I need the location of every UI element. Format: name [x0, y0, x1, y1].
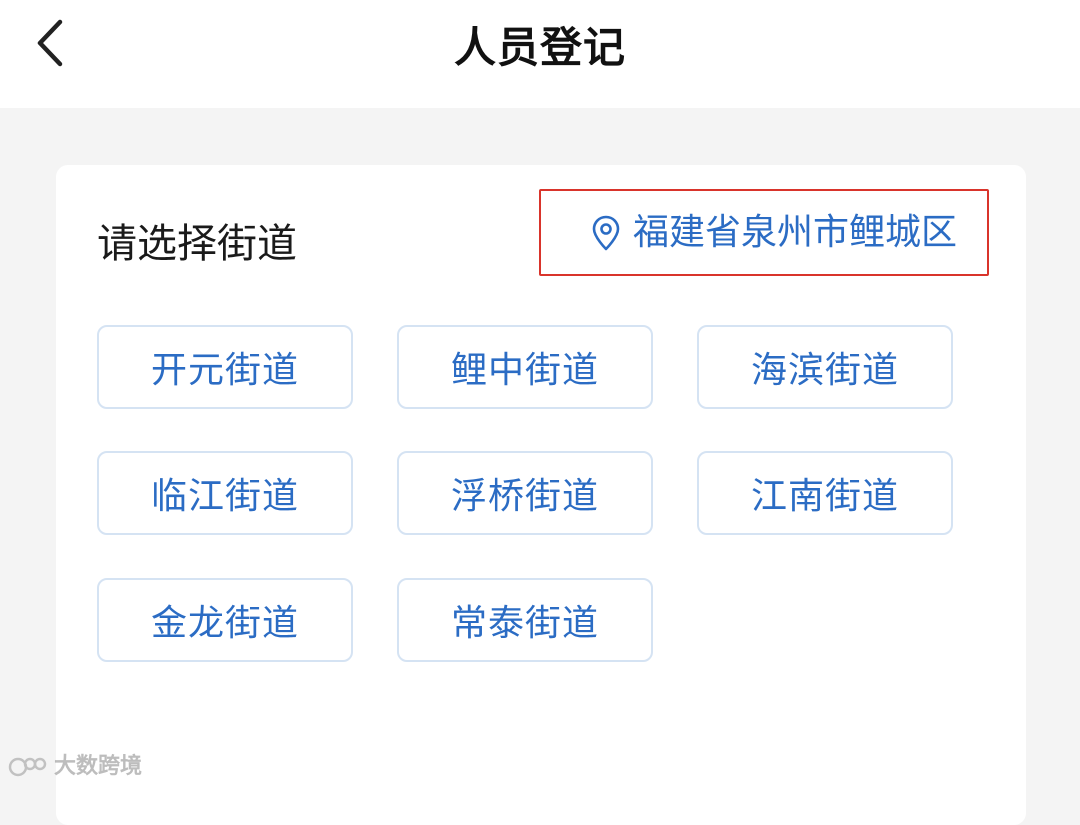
watermark: 大数跨境 [8, 750, 142, 784]
street-button-haibin[interactable]: 海滨街道 [697, 325, 953, 409]
street-button-jiangnan[interactable]: 江南街道 [697, 451, 953, 535]
watermark-logo-icon [8, 757, 47, 777]
location-selector[interactable]: 福建省泉州市鲤城区 [539, 189, 989, 276]
location-pin-icon [591, 215, 621, 251]
top-bar: 人员登记 [0, 0, 1080, 108]
location-text: 福建省泉州市鲤城区 [632, 211, 957, 253]
street-button-kaiyuan[interactable]: 开元街道 [97, 325, 353, 409]
select-street-label: 请选择街道 [97, 221, 297, 267]
street-button-changtai[interactable]: 常泰街道 [397, 578, 653, 662]
street-button-fuqiao[interactable]: 浮桥街道 [397, 451, 653, 535]
street-button-lizhong[interactable]: 鲤中街道 [397, 325, 653, 409]
watermark-text: 大数跨境 [54, 754, 143, 779]
page-title: 人员登记 [453, 23, 626, 72]
street-button-linjiang[interactable]: 临江街道 [97, 451, 353, 535]
street-button-jinlong[interactable]: 金龙街道 [97, 578, 353, 662]
